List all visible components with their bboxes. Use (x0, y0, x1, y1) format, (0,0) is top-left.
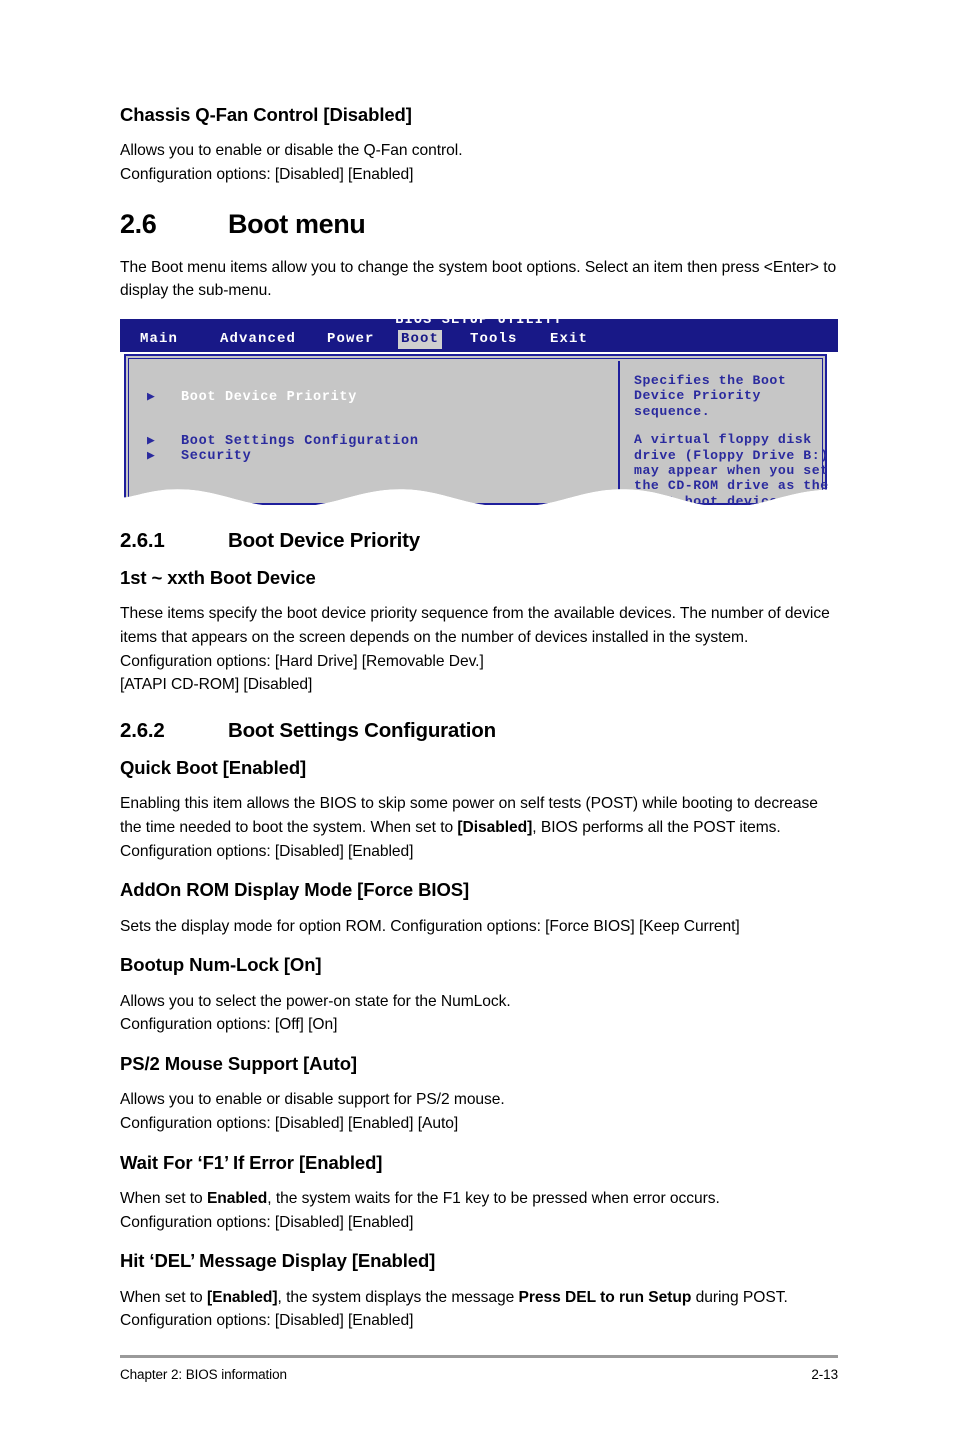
bios-tab-boot[interactable]: Boot (398, 330, 442, 349)
section-title-261: Boot Device Priority (228, 529, 420, 553)
triangle-right-icon: ▶ (147, 433, 156, 449)
paragraph-262-entry-2: Allows you to select the power-on state … (120, 990, 838, 1037)
footer-divider (120, 1355, 838, 1358)
body-text: When set to (120, 1189, 207, 1207)
section-262-entries: Quick Boot [Enabled] Enabling this item a… (120, 757, 838, 1333)
paragraph-262-entry-0: Enabling this item allows the BIOS to sk… (120, 792, 838, 863)
heading-262-entry-0: Quick Boot [Enabled] (120, 757, 307, 779)
bios-panel-inner: ▶ Boot Device Priority ▶ Boot Settings Con… (128, 358, 823, 503)
body-text: Sets the display mode for option ROM. Co… (120, 917, 740, 935)
bios-item-label: Security (181, 449, 252, 465)
bios-body: ▶ Boot Device Priority ▶ Boot Settings Con… (120, 352, 838, 507)
bios-item-label: Boot Settings Configuration (181, 434, 419, 450)
bios-menu-bar: Main Advanced Power Boot Tools Exit (120, 330, 838, 352)
footer-page-number: 2-13 (811, 1367, 838, 1382)
page-content: Chassis Q-Fan Control [Disabled] Allows … (120, 104, 838, 1349)
footer-chapter-label: Chapter 2: BIOS information (120, 1367, 287, 1382)
bios-tab-tools[interactable]: Tools (470, 330, 518, 349)
paragraph-262-entry-5: When set to [Enabled], the system displa… (120, 1286, 838, 1333)
section-number-262: 2.6.2 (120, 719, 165, 743)
emphasis-text: [Disabled] (457, 818, 533, 836)
emphasis-text: Enabled (206, 1189, 268, 1207)
bios-item-boot-device-priority[interactable]: ▶ Boot Device Priority (147, 389, 357, 405)
bios-item-security[interactable]: ▶ Security (147, 448, 251, 464)
bios-tab-power[interactable]: Power (327, 330, 375, 349)
heading-chassis-qfan: Chassis Q-Fan Control [Disabled] (120, 104, 412, 125)
heading-262-entry-1: AddOn ROM Display Mode [Force BIOS] (120, 879, 470, 901)
section-number-26: 2.6 (120, 208, 157, 239)
bios-tab-main[interactable]: Main (140, 330, 178, 349)
bios-tab-exit[interactable]: Exit (550, 330, 588, 349)
bios-panel-frame: ▶ Boot Device Priority ▶ Boot Settings Con… (124, 354, 827, 505)
paragraph-boot-device-priority: These items specify the boot device prio… (120, 605, 830, 694)
body-text: When set to (120, 1288, 207, 1306)
bios-item-boot-settings-configuration[interactable]: ▶ Boot Settings Configuration (147, 433, 419, 449)
heading-1st-xxth-boot-device: 1st ~ xxth Boot Device (120, 567, 316, 589)
section-title-262: Boot Settings Configuration (228, 719, 496, 743)
triangle-right-icon: ▶ (147, 448, 156, 464)
heading-262-entry-5: Hit ‘DEL’ Message Display [Enabled] (120, 1250, 436, 1272)
bios-help-text-2: A virtual floppy disk drive (Floppy Driv… (634, 432, 829, 508)
body-text: Allows you to select the power-on state … (120, 992, 511, 1034)
section-number-261: 2.6.1 (120, 529, 165, 553)
section-heading-262: 2.6.2 Boot Settings Configuration (120, 719, 838, 743)
heading-262-entry-4: Wait For ‘F1’ If Error [Enabled] (120, 1151, 383, 1173)
body-text: , the system displays the message (277, 1288, 519, 1306)
bios-utility-title: BIOS SETUP UTILITY (395, 319, 563, 329)
bios-header-bar: BIOS SETUP UTILITY Main Advanced Power B… (120, 319, 838, 352)
paragraph-chassis-qfan: Allows you to enable or disable the Q-Fa… (120, 142, 463, 183)
bios-setup-screen: BIOS SETUP UTILITY Main Advanced Power B… (120, 319, 838, 507)
bios-item-label: Boot Device Priority (181, 390, 358, 406)
bios-help-panel: Specifies the Boot Device Priority seque… (634, 373, 834, 507)
section-heading-26: 2.6 Boot menu (120, 209, 838, 240)
document-page: Chassis Q-Fan Control [Disabled] Allows … (0, 0, 954, 1438)
section-title-26: Boot menu (228, 208, 366, 239)
bios-help-text-1: Specifies the Boot Device Priority seque… (634, 373, 787, 419)
bios-tab-advanced[interactable]: Advanced (220, 330, 296, 349)
paragraph-262-entry-4: When set to Enabled, the system waits fo… (120, 1187, 838, 1234)
paragraph-262-entry-3: Allows you to enable or disable support … (120, 1088, 838, 1135)
triangle-right-icon: ▶ (147, 389, 156, 405)
emphasis-text: [Enabled] (206, 1288, 278, 1306)
emphasis-text: Press DEL to run Setup (518, 1288, 692, 1306)
section-heading-261: 2.6.1 Boot Device Priority (120, 529, 838, 553)
paragraph-boot-menu-intro: The Boot menu items allow you to change … (120, 258, 837, 300)
paragraph-262-entry-1: Sets the display mode for option ROM. Co… (120, 915, 838, 939)
bios-screenshot-figure: BIOS SETUP UTILITY Main Advanced Power B… (120, 319, 838, 507)
bios-panel-divider (618, 361, 620, 503)
body-text: Allows you to enable or disable support … (120, 1091, 505, 1132)
heading-262-entry-2: Bootup Num-Lock [On] (120, 954, 322, 976)
heading-262-entry-3: PS/2 Mouse Support [Auto] (120, 1052, 357, 1074)
